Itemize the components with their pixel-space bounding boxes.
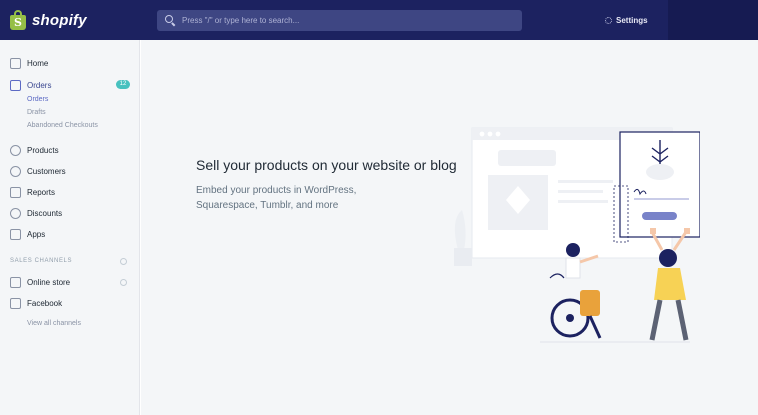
- sidebar-item-label: Discounts: [27, 209, 63, 218]
- sidebar-item-reports[interactable]: Reports: [10, 187, 55, 198]
- bar-chart-icon: [10, 187, 21, 198]
- sidebar-item-label: Online store: [27, 278, 71, 287]
- sidebar-item-apps[interactable]: Apps: [10, 229, 45, 240]
- sidebar: Home Orders Orders Drafts Abandoned Chec…: [0, 40, 140, 415]
- sidebar-subitem-abandoned-checkouts[interactable]: Abandoned Checkouts: [27, 122, 98, 129]
- tag-icon: [10, 145, 21, 156]
- facebook-icon: [10, 298, 21, 309]
- embed-illustration: [454, 127, 700, 343]
- account-area[interactable]: [668, 0, 758, 40]
- sidebar-subitem-orders[interactable]: Orders: [27, 96, 48, 103]
- add-channel-icon[interactable]: [120, 258, 127, 265]
- search-icon: [165, 15, 176, 27]
- sidebar-item-discounts[interactable]: Discounts: [10, 208, 62, 219]
- sidebar-item-products[interactable]: Products: [10, 145, 59, 156]
- gear-icon: [605, 17, 612, 24]
- shopify-logo[interactable]: S shopify: [10, 7, 87, 33]
- sidebar-item-label: Facebook: [27, 299, 63, 308]
- settings-button[interactable]: Settings: [605, 10, 648, 31]
- search-input[interactable]: [182, 16, 512, 25]
- sidebar-item-online-store[interactable]: Online store: [10, 277, 70, 288]
- orders-icon: [10, 80, 21, 91]
- sidebar-item-label: Reports: [27, 188, 56, 197]
- sidebar-item-facebook[interactable]: Facebook: [10, 298, 62, 309]
- brand-name: shopify: [32, 11, 87, 29]
- view-all-channels-link[interactable]: View all channels: [27, 320, 81, 327]
- sidebar-item-label: Customers: [27, 167, 66, 176]
- store-icon: [10, 277, 21, 288]
- sidebar-item-home[interactable]: Home: [10, 58, 48, 69]
- top-bar: S shopify Settings: [0, 0, 758, 40]
- sidebar-item-label: Apps: [27, 230, 46, 239]
- person-icon: [10, 166, 21, 177]
- page-subtext: Embed your products in WordPress, Square…: [196, 185, 357, 211]
- discount-icon: [10, 208, 21, 219]
- eye-icon[interactable]: [120, 279, 127, 286]
- sidebar-item-orders[interactable]: Orders: [10, 80, 51, 91]
- sidebar-item-label: Products: [27, 146, 59, 155]
- page-headline: Sell your products on your website or bl…: [196, 157, 457, 173]
- sales-channels-heading: SALES CHANNELS: [10, 258, 73, 264]
- apps-icon: [10, 229, 21, 240]
- sidebar-item-label: Orders: [27, 81, 52, 90]
- sidebar-item-label: Home: [27, 59, 49, 68]
- shopping-bag-icon: S: [10, 10, 26, 30]
- sidebar-subitem-drafts[interactable]: Drafts: [27, 109, 46, 116]
- sidebar-item-customers[interactable]: Customers: [10, 166, 66, 177]
- search-bar[interactable]: [157, 10, 522, 31]
- home-icon: [10, 58, 21, 69]
- settings-label: Settings: [616, 16, 648, 25]
- orders-count-badge: 12: [116, 80, 130, 89]
